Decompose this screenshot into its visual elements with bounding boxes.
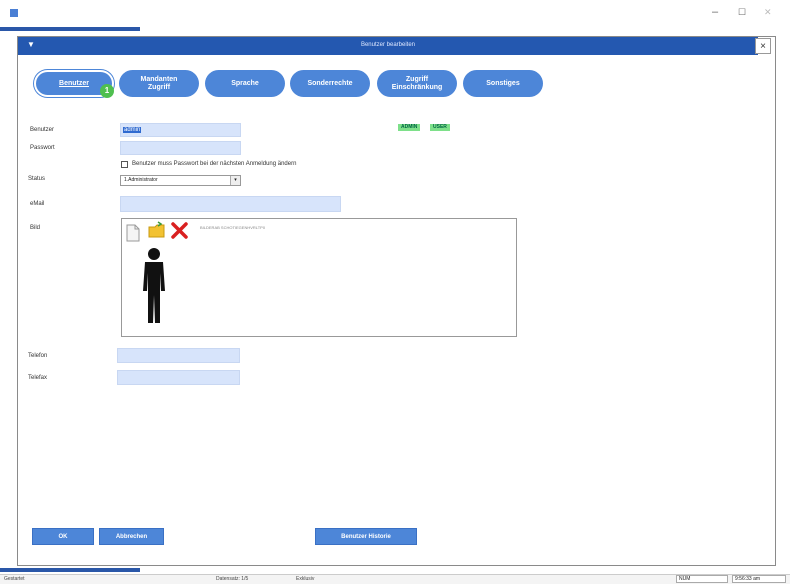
app-icon (10, 9, 18, 17)
window-accent-bar (0, 27, 140, 31)
chevron-down-icon[interactable]: ▾ (230, 176, 240, 185)
person-silhouette-icon (143, 248, 165, 323)
minimize-button[interactable]: – (712, 6, 718, 18)
status-select[interactable]: 1.Administrator ▾ (120, 175, 241, 186)
new-file-icon[interactable] (125, 224, 141, 242)
tab-sprache[interactable]: Sprache (205, 70, 285, 97)
window-accent-bar-bottom (0, 568, 140, 572)
cancel-button[interactable]: Abbrechen (99, 528, 164, 545)
dialog-title: Benutzer bearbeiten (360, 42, 416, 48)
status-text: Gestartet (4, 576, 25, 582)
clock: 9:56:33 am (732, 575, 786, 583)
delete-icon[interactable] (171, 222, 188, 239)
dialog-close-button[interactable]: × (755, 38, 771, 54)
telefax-label: Telefax (28, 375, 48, 381)
bild-label: Bild (30, 225, 41, 231)
status-value: 1.Administrator (124, 177, 158, 183)
maximize-button[interactable]: ☐ (738, 7, 746, 18)
telefax-input[interactable] (117, 370, 240, 385)
tab-count-badge: 1 (100, 84, 114, 98)
email-label: eMail (30, 201, 45, 207)
user-history-button[interactable]: Benutzer Historie (315, 528, 417, 545)
tab-label: Zugriff Einschränkung (391, 75, 443, 91)
picture-hint: BILDERAB SCHOTIEGENHVRLTP0 (200, 225, 266, 230)
picture-box: BILDERAB SCHOTIEGENHVRLTP0 (121, 218, 517, 337)
change-password-checkbox[interactable] (121, 161, 128, 168)
tab-mandanten-zugriff[interactable]: Mandanten Zugriff (119, 70, 199, 97)
telefon-input[interactable] (117, 348, 240, 363)
tab-zugriff-einschraenkung[interactable]: Zugriff Einschränkung (377, 70, 457, 97)
passwort-input[interactable] (120, 141, 241, 155)
benutzer-label: Benutzer (30, 127, 55, 133)
passwort-label: Passwort (30, 145, 55, 151)
lock-status: Exklusiv (296, 576, 315, 582)
record-counter: Datensatz: 1/5 (216, 576, 249, 582)
tab-sonderrechte[interactable]: Sonderrechte (290, 70, 370, 97)
tab-sonstiges[interactable]: Sonstiges (463, 70, 543, 97)
tab-label: Mandanten Zugriff (140, 75, 178, 91)
benutzer-input[interactable]: admin (120, 123, 241, 137)
user-tag: USER (430, 124, 450, 131)
benutzer-value: admin (123, 127, 142, 133)
status-label: Status (28, 176, 46, 182)
admin-tag: ADMIN (398, 124, 421, 131)
change-password-label: Benutzer muss Passwort bei der nächsten … (132, 161, 297, 167)
window-close-button[interactable]: ✕ (764, 7, 772, 18)
ok-button[interactable]: OK (32, 528, 94, 545)
num-lock-indicator: NUM (676, 575, 728, 583)
email-input[interactable] (120, 196, 341, 212)
telefon-label: Telefon (28, 353, 48, 359)
status-bar (0, 574, 790, 584)
open-folder-icon[interactable] (148, 221, 166, 239)
